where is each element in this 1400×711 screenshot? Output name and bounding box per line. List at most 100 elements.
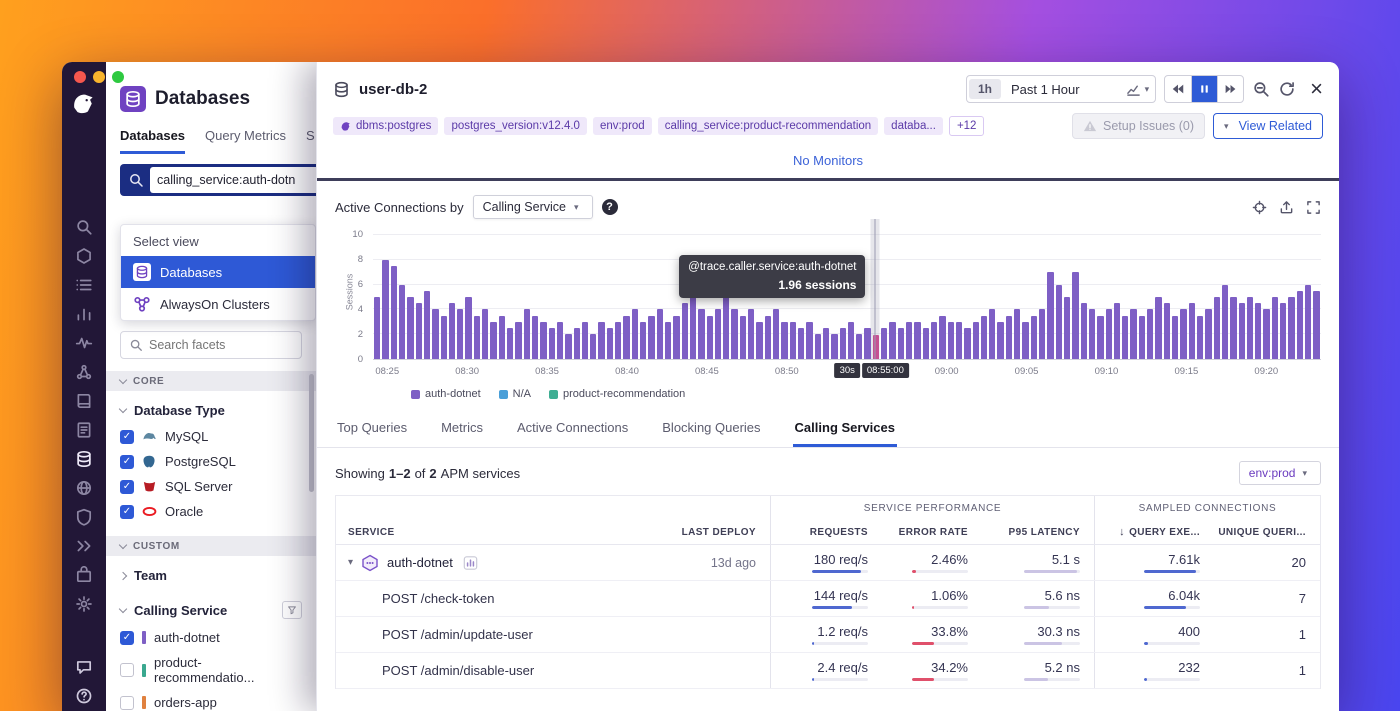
chart-bar[interactable] (673, 316, 679, 359)
chart-bar[interactable] (939, 316, 945, 359)
chart-bar[interactable] (1214, 297, 1220, 359)
pause-button[interactable] (1191, 76, 1217, 102)
tag-pill[interactable]: databa... (884, 117, 943, 135)
chart-bar[interactable] (540, 322, 546, 359)
checkbox[interactable]: ✓ (120, 430, 134, 444)
chart-bar[interactable] (1089, 309, 1095, 359)
chart-bar[interactable] (773, 309, 779, 359)
chart-bar[interactable] (1014, 309, 1020, 359)
chart-bar[interactable] (524, 309, 530, 359)
chart-bar[interactable] (449, 303, 455, 359)
chart-bar[interactable] (623, 316, 629, 359)
chart-bar[interactable] (1164, 303, 1170, 359)
database-search-bar[interactable] (120, 164, 316, 196)
checkbox[interactable] (120, 663, 134, 677)
column-header-service[interactable]: SERVICE (336, 520, 655, 544)
tab-calling-services[interactable]: Calling Services (793, 414, 897, 447)
chart-bar[interactable] (1097, 316, 1103, 359)
chart-bar[interactable] (881, 328, 887, 359)
facet-item-mysql[interactable]: ✓MySQL (106, 424, 316, 449)
column-header-last-deploy[interactable]: LAST DEPLOY (655, 520, 770, 544)
chart-bar[interactable] (1189, 303, 1195, 359)
tag-pill[interactable]: +12 (949, 116, 985, 136)
chart-bar[interactable] (1288, 297, 1294, 359)
chart-bar[interactable] (490, 322, 496, 359)
chart-bar[interactable] (574, 328, 580, 359)
chart-bar[interactable] (707, 316, 713, 359)
chart-bar[interactable] (981, 316, 987, 359)
chart-bar[interactable] (549, 328, 555, 359)
chart-bar[interactable] (457, 309, 463, 359)
watchdog-icon[interactable] (75, 334, 93, 352)
facet-search-bar[interactable] (120, 331, 302, 359)
chart-bar[interactable] (1081, 303, 1087, 359)
support-chat-icon[interactable] (75, 658, 93, 676)
column-header-requests[interactable]: REQUESTS (770, 520, 882, 544)
facet-group-team[interactable]: Team (106, 556, 316, 589)
legend-item[interactable]: auth-dotnet (411, 388, 481, 400)
forward-button[interactable] (1217, 76, 1243, 102)
chart-bar[interactable] (1239, 303, 1245, 359)
chart-bar[interactable] (748, 309, 754, 359)
close-window-button[interactable] (74, 71, 86, 83)
chart-bar[interactable] (1031, 316, 1037, 359)
facet-item-oracle[interactable]: ✓Oracle (106, 499, 316, 524)
chart-bar[interactable] (648, 316, 654, 359)
minimize-window-button[interactable] (93, 71, 105, 83)
datadog-logo[interactable] (70, 90, 98, 118)
tag-pill[interactable]: dbms:postgres (333, 117, 438, 135)
close-panel-button[interactable]: × (1310, 78, 1323, 100)
search-input[interactable] (150, 167, 316, 193)
chart-bar[interactable] (723, 297, 729, 359)
chart-bar[interactable] (815, 334, 821, 359)
chart-bar[interactable] (1022, 322, 1028, 359)
chart-bar[interactable] (615, 322, 621, 359)
apm-icon[interactable] (75, 363, 93, 381)
chart-bar[interactable] (1222, 285, 1228, 359)
chart-bar[interactable] (1122, 316, 1128, 359)
tab-metrics[interactable]: Metrics (439, 414, 485, 447)
chart-bar[interactable] (823, 328, 829, 359)
chart-bar[interactable] (657, 309, 663, 359)
tab-query-metrics[interactable]: Query Metrics (205, 128, 286, 154)
chart-bar[interactable] (1147, 309, 1153, 359)
chart-bar[interactable] (1230, 297, 1236, 359)
chart-bar[interactable] (640, 322, 646, 359)
chart-bar[interactable] (1072, 272, 1078, 359)
chart-bar[interactable] (931, 322, 937, 359)
chart-bar[interactable] (765, 316, 771, 359)
logs-icon[interactable] (75, 421, 93, 439)
infrastructure-icon[interactable] (75, 247, 93, 265)
events-icon[interactable] (75, 276, 93, 294)
chart-bar[interactable] (1255, 303, 1261, 359)
notebooks-icon[interactable] (75, 392, 93, 410)
chart-bar[interactable] (374, 297, 380, 359)
chart-bar[interactable] (1056, 285, 1062, 359)
security-icon[interactable] (75, 508, 93, 526)
view-option-alwayson-clusters[interactable]: AlwaysOn Clusters (121, 288, 315, 320)
facet-item-orders-app[interactable]: orders-app (106, 690, 316, 711)
rewind-button[interactable] (1165, 76, 1191, 102)
settings-icon[interactable] (75, 595, 93, 613)
checkbox[interactable]: ✓ (120, 480, 134, 494)
chart-bar[interactable] (889, 322, 895, 359)
tab-blocking-queries[interactable]: Blocking Queries (660, 414, 762, 447)
integrations-icon[interactable] (75, 566, 93, 584)
chart-bar[interactable] (407, 297, 413, 359)
scrollbar-thumb[interactable] (309, 374, 314, 492)
chart-bar[interactable] (1047, 272, 1053, 359)
chart-bar[interactable] (565, 334, 571, 359)
databases-icon[interactable] (75, 450, 93, 468)
chart-bar[interactable] (790, 322, 796, 359)
synthetics-icon[interactable] (75, 479, 93, 497)
chart-bar[interactable] (482, 309, 488, 359)
chart-bar[interactable] (1297, 291, 1303, 359)
chart-bar[interactable] (632, 309, 638, 359)
chart-bar[interactable] (798, 328, 804, 359)
checkbox[interactable]: ✓ (120, 505, 134, 519)
chart-bar[interactable] (1139, 316, 1145, 359)
chart-bar[interactable] (474, 316, 480, 359)
chart-bar[interactable] (781, 322, 787, 359)
legend-item[interactable]: N/A (499, 388, 531, 400)
column-header-p95-latency[interactable]: P95 LATENCY (982, 520, 1094, 544)
